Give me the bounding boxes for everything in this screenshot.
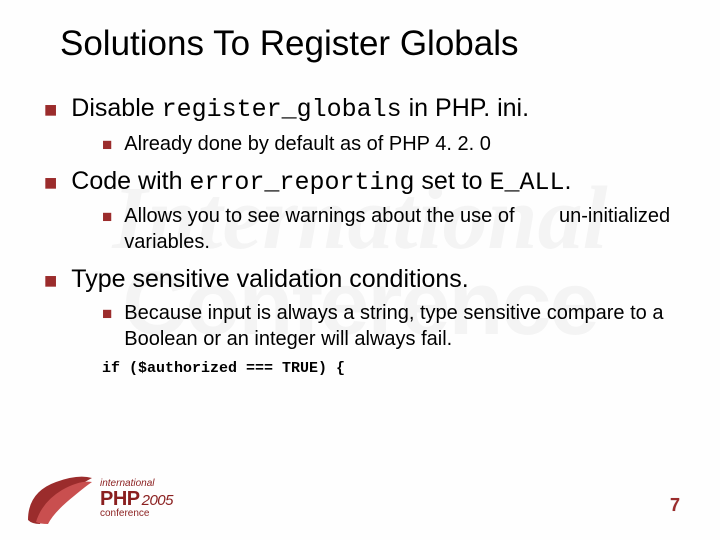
swoosh-icon	[26, 472, 94, 526]
list-sub-item: ■ Already done by default as of PHP 4. 2…	[102, 131, 684, 157]
list-sub-item: ■ Because input is always a string, type…	[102, 300, 684, 352]
logo-text: international PHP2005 conference	[100, 479, 173, 519]
list-sub-item: ■ Allows you to see warnings about the u…	[102, 203, 684, 255]
item-text: Type sensitive validation conditions.	[71, 263, 468, 296]
slide-content: Solutions To Register Globals ■ Disable …	[0, 0, 720, 377]
square-bullet-icon: ■	[44, 96, 57, 125]
item-text: Disable register_globals in PHP. ini.	[71, 92, 529, 127]
square-bullet-icon: ■	[44, 267, 57, 296]
sub-item-text: Already done by default as of PHP 4. 2. …	[124, 131, 491, 157]
list-item: ■ Type sensitive validation conditions. …	[44, 263, 684, 377]
square-bullet-icon: ■	[44, 169, 57, 198]
sub-item-text: Because input is always a string, type s…	[124, 300, 684, 352]
list-item: ■ Code with error_reporting set to E_ALL…	[44, 165, 684, 256]
code-example: if ($authorized === TRUE) {	[44, 360, 684, 377]
bullet-list: ■ Disable register_globals in PHP. ini. …	[36, 92, 684, 377]
square-bullet-icon: ■	[102, 303, 112, 325]
item-text: Code with error_reporting set to E_ALL.	[71, 165, 571, 200]
conference-logo: international PHP2005 conference	[26, 472, 173, 526]
square-bullet-icon: ■	[102, 134, 112, 156]
list-item: ■ Disable register_globals in PHP. ini. …	[44, 92, 684, 157]
sub-item-text: Allows you to see warnings about the use…	[124, 203, 684, 255]
square-bullet-icon: ■	[102, 206, 112, 228]
footer: international PHP2005 conference 7	[0, 460, 720, 540]
slide-title: Solutions To Register Globals	[60, 24, 684, 64]
page-number: 7	[670, 495, 680, 516]
